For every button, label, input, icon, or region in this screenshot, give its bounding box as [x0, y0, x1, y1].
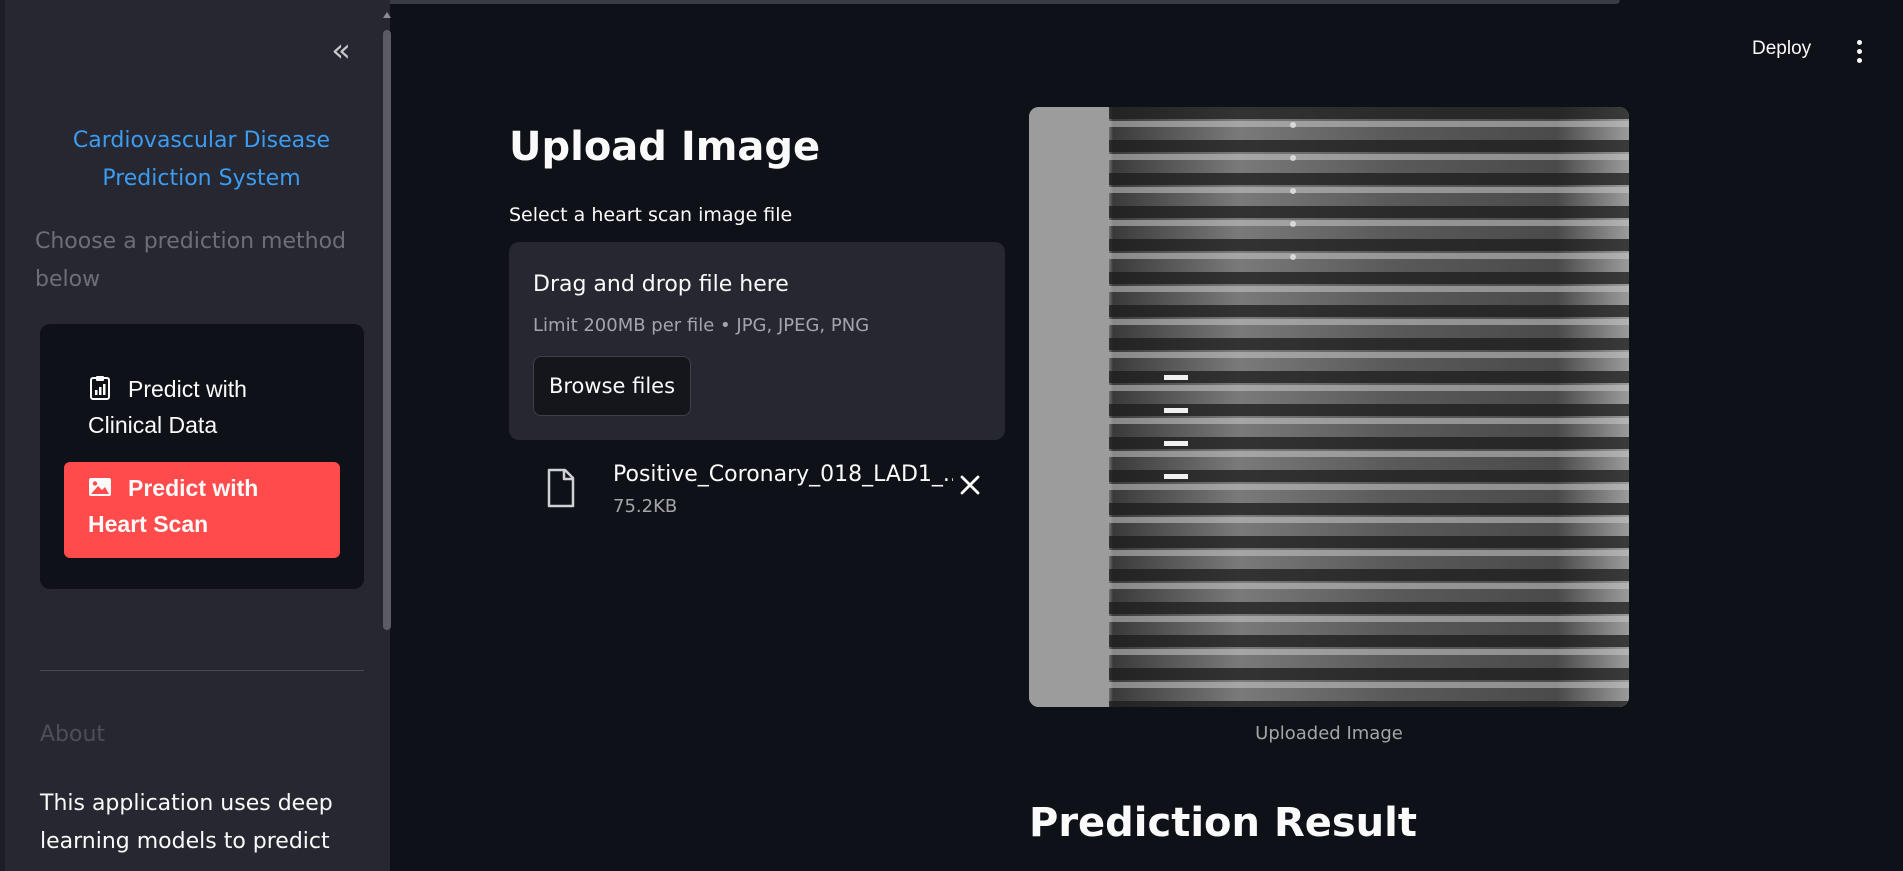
- uploaded-file-size: 75.2KB: [613, 496, 678, 517]
- menu-item-clinical-data[interactable]: Predict with Clinical Data: [64, 363, 340, 459]
- file-uploader-label: Select a heart scan image file: [509, 204, 793, 226]
- sidebar: « Cardiovascular Disease Prediction Syst…: [0, 0, 391, 871]
- kebab-menu-icon[interactable]: [1855, 40, 1863, 64]
- menu-item-heart-scan[interactable]: Predict with Heart Scan: [64, 462, 340, 558]
- sidebar-scrollbar[interactable]: [383, 30, 391, 630]
- image-icon: [89, 478, 111, 496]
- uploaded-heart-scan-image: [1029, 107, 1629, 707]
- sidebar-divider: [40, 670, 364, 671]
- browse-files-button[interactable]: Browse files: [533, 356, 691, 416]
- about-heading: About: [40, 722, 106, 747]
- about-text: This application uses deep learning mode…: [40, 791, 333, 854]
- file-icon: [547, 468, 575, 508]
- uploaded-file-name: Positive_Coronary_018_LAD1_...: [613, 462, 953, 487]
- image-caption: Uploaded Image: [1255, 723, 1403, 744]
- page-title: Upload Image: [509, 124, 821, 170]
- uploaded-file-row: Positive_Coronary_018_LAD1_... 75.2KB: [509, 452, 1005, 532]
- deploy-button[interactable]: Deploy: [1752, 38, 1811, 60]
- remove-file-icon[interactable]: [957, 472, 983, 498]
- menu-item-label: Predict with Heart Scan: [88, 475, 259, 537]
- prediction-result-heading: Prediction Result: [1029, 800, 1417, 846]
- sidebar-instruction: Choose a prediction method below: [35, 229, 347, 292]
- collapse-sidebar-button[interactable]: «: [323, 34, 359, 68]
- prediction-method-menu: Predict with Clinical Data Predict with …: [40, 324, 364, 589]
- dropzone-limit-text: Limit 200MB per file • JPG, JPEG, PNG: [533, 315, 870, 336]
- heart-scan-picture: [1029, 107, 1629, 707]
- file-dropzone[interactable]: Drag and drop file here Limit 200MB per …: [509, 242, 1005, 440]
- app-title: Cardiovascular Disease Prediction System: [72, 128, 331, 191]
- clipboard-chart-icon: [90, 376, 110, 400]
- scroll-up-arrow-icon[interactable]: [383, 12, 391, 18]
- dropzone-title: Drag and drop file here: [533, 272, 789, 297]
